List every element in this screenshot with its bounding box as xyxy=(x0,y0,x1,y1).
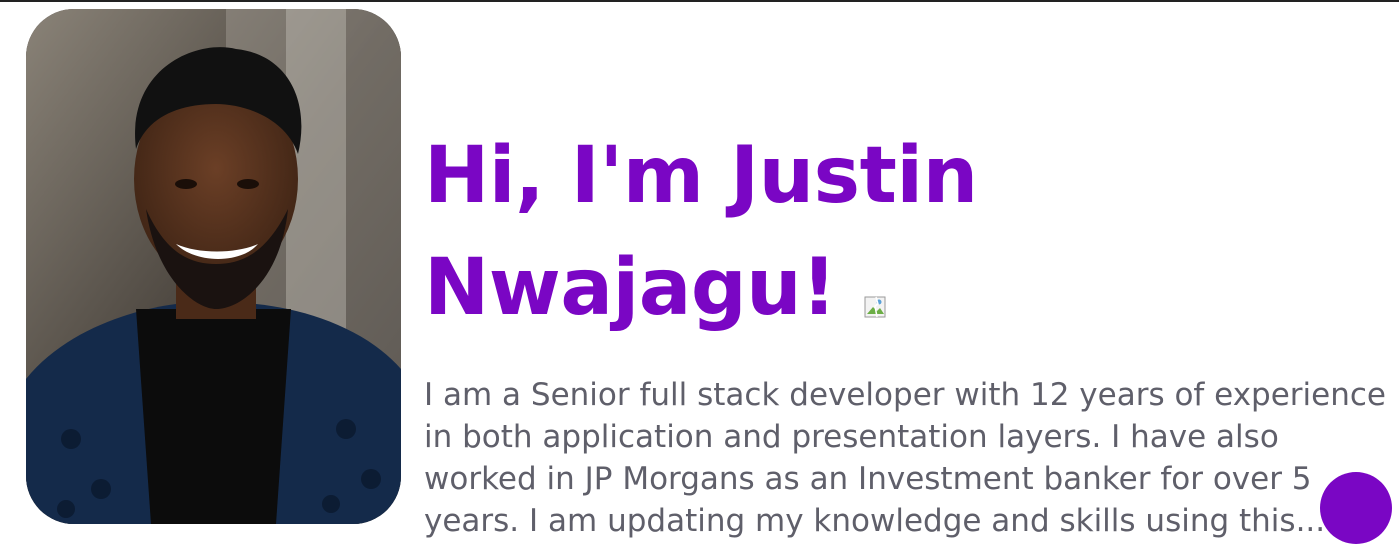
hero-title-line2: Nwajagu! xyxy=(424,243,837,333)
broken-image-icon xyxy=(864,236,886,318)
hero-section: Hi, I'm Justin Nwajagu! xyxy=(424,120,1384,344)
scroll-to-top-button[interactable] xyxy=(1320,472,1392,544)
hero-title-line1: Hi, I'm Justin xyxy=(424,131,978,221)
profile-photo xyxy=(26,9,401,524)
hero-title: Hi, I'm Justin Nwajagu! xyxy=(424,120,1384,344)
top-border xyxy=(0,0,1399,2)
bio-text: I am a Senior full stack developer with … xyxy=(424,377,1386,539)
